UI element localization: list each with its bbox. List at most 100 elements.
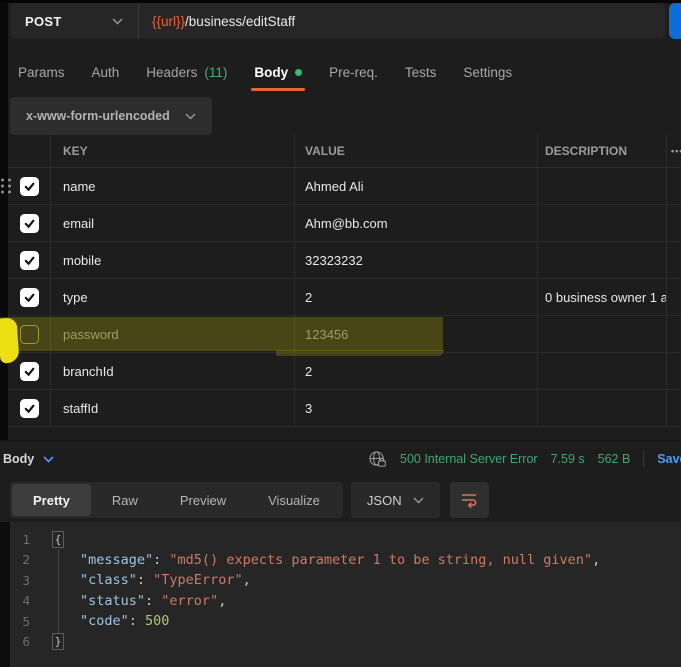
tab-params[interactable]: Params (18, 55, 65, 89)
token-str: "error" (161, 593, 218, 609)
row-key-input[interactable]: type (51, 279, 295, 315)
tab-label: Params (18, 65, 65, 80)
response-view-tabs: PrettyRawPreviewVisualize (10, 482, 343, 518)
tab-prereq[interactable]: Pre-req. (329, 55, 378, 89)
send-button-edge[interactable] (669, 3, 681, 39)
response-status-group: 500 Internal Server Error 7.59 s 562 B S… (368, 441, 681, 477)
tab-label: Pre-req. (329, 65, 378, 80)
row-checkbox[interactable] (20, 177, 39, 196)
response-body-viewer[interactable]: 1{2"message": "md5() expects parameter 1… (0, 522, 681, 667)
row-checkbox[interactable] (20, 325, 39, 344)
row-description-input[interactable] (538, 353, 667, 389)
fold-gutter (38, 591, 64, 612)
row-checkbox[interactable] (20, 251, 39, 270)
row-key-input[interactable]: password (51, 316, 295, 352)
row-description-input[interactable] (538, 242, 667, 278)
tab-label: Settings (463, 65, 512, 80)
table-row: staffId3 (8, 390, 681, 427)
code-text: "class": "TypeError", (64, 572, 251, 588)
token-key: "status" (80, 593, 145, 609)
row-key-input[interactable]: name (51, 168, 295, 204)
row-value-input[interactable]: 123456 (295, 316, 538, 352)
row-key-input[interactable]: email (51, 205, 295, 241)
token-punc: : (145, 593, 161, 609)
row-value-input[interactable]: 2 (295, 353, 538, 389)
row-value-input[interactable]: 3 (295, 390, 538, 426)
response-tab-visualize[interactable]: Visualize (247, 484, 341, 516)
code-text: "code": 500 (64, 613, 169, 629)
response-view-controls: PrettyRawPreviewVisualize JSON (10, 481, 489, 519)
response-tab-raw[interactable]: Raw (91, 484, 159, 516)
tab-auth[interactable]: Auth (92, 55, 120, 89)
table-row: mobile32323232 (8, 242, 681, 279)
row-checkbox[interactable] (20, 362, 39, 381)
table-row: type20 business owner 1 ad (8, 279, 681, 316)
fold-gutter (38, 611, 64, 632)
status-badge[interactable]: 500 Internal Server Error (400, 452, 538, 466)
response-body-dropdown[interactable]: Body (3, 441, 54, 477)
code-line: 6} (0, 632, 681, 653)
row-checkbox-cell (8, 390, 51, 426)
tab-headers[interactable]: Headers (11) (146, 55, 227, 89)
row-description-input[interactable] (538, 316, 667, 352)
row-key-input[interactable]: staffId (51, 390, 295, 426)
tab-tests[interactable]: Tests (405, 55, 437, 89)
row-checkbox-cell (8, 205, 51, 241)
row-value-input[interactable]: Ahmed Ali (295, 168, 538, 204)
save-response-button[interactable]: Save (657, 452, 681, 466)
url-path: /business/editStaff (185, 14, 295, 29)
method-label: POST (25, 14, 62, 29)
response-format-selector[interactable]: JSON (351, 482, 440, 518)
response-tab-preview[interactable]: Preview (159, 484, 247, 516)
tab-body[interactable]: Body (254, 55, 302, 89)
format-chevron-down-icon (413, 497, 424, 504)
row-key-input[interactable]: mobile (51, 242, 295, 278)
fold-toggle[interactable]: { (52, 531, 64, 548)
row-checkbox-cell (8, 242, 51, 278)
row-more-cell (667, 353, 681, 389)
row-description-input[interactable] (538, 205, 667, 241)
method-chevron-down-icon (112, 18, 123, 25)
row-checkbox[interactable] (20, 288, 39, 307)
tab-count-badge: (11) (204, 65, 227, 80)
request-url-bar: POST {{url}}/business/editStaff (10, 3, 665, 39)
row-description-input[interactable] (538, 168, 667, 204)
row-value-input[interactable]: Ahm@bb.com (295, 205, 538, 241)
row-value-input[interactable]: 32323232 (295, 242, 538, 278)
wrap-text-button[interactable] (450, 482, 489, 518)
response-body-chevron-down-icon (43, 456, 54, 463)
tab-label: Body (254, 65, 288, 80)
url-input[interactable]: {{url}}/business/editStaff (152, 14, 295, 29)
table-row: nameAhmed Ali (8, 168, 681, 205)
row-checkbox[interactable] (20, 214, 39, 233)
fold-gutter (38, 570, 64, 591)
row-key-input[interactable]: branchId (51, 353, 295, 389)
body-modified-dot (295, 69, 302, 76)
response-size[interactable]: 562 B (598, 452, 631, 466)
table-row: emailAhm@bb.com (8, 205, 681, 242)
row-checkbox-cell (8, 353, 51, 389)
response-header: Body 500 Internal Server Error 7.59 s 56… (0, 440, 681, 476)
fold-toggle[interactable]: } (52, 633, 64, 650)
code-line: 2"message": "md5() expects parameter 1 t… (0, 550, 681, 571)
row-description-input[interactable] (538, 390, 667, 426)
code-line: 1{ (0, 529, 681, 550)
row-checkbox[interactable] (20, 399, 39, 418)
drag-handle-icon[interactable] (1, 179, 11, 194)
body-type-selector[interactable]: x-www-form-urlencoded (10, 97, 212, 135)
response-time[interactable]: 7.59 s (551, 452, 585, 466)
response-tab-pretty[interactable]: Pretty (12, 484, 91, 516)
header-value: VALUE (295, 135, 538, 167)
row-value-input[interactable]: 2 (295, 279, 538, 315)
code-left-gutter (0, 522, 10, 667)
token-punc: , (592, 552, 600, 568)
code-line: 3"class": "TypeError", (0, 570, 681, 591)
tab-label: Headers (146, 65, 197, 80)
method-selector[interactable]: POST (10, 14, 138, 29)
row-description-input[interactable]: 0 business owner 1 ad (538, 279, 667, 315)
globe-lock-icon (368, 450, 387, 469)
token-punc: : (153, 552, 169, 568)
token-punc: : (129, 613, 145, 629)
more-options-icon[interactable]: ••• (667, 135, 681, 167)
tab-settings[interactable]: Settings (463, 55, 512, 89)
